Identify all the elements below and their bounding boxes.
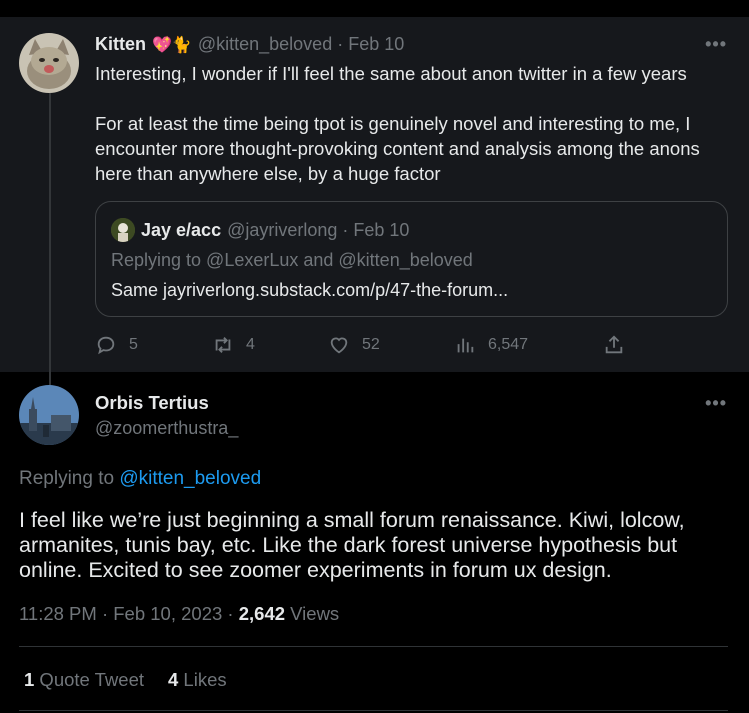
reply-count: 5 bbox=[129, 336, 138, 353]
likes-count: 4 bbox=[168, 669, 179, 690]
retweet-count: 4 bbox=[246, 336, 255, 353]
kitten-avatar[interactable] bbox=[19, 33, 79, 93]
quoted-tweet-text: Same jayriverlong.substack.com/p/47-the-… bbox=[111, 280, 509, 300]
likes-label: Likes bbox=[178, 669, 227, 690]
parent-tweet-header: Kitten 💖🐈 @kitten_beloved · Feb 10 bbox=[95, 34, 404, 55]
jay-display-name[interactable]: Jay e/acc bbox=[141, 220, 221, 241]
jay-handle[interactable]: @jayriverlong bbox=[227, 220, 337, 241]
views-count: 6,547 bbox=[488, 336, 529, 353]
orbis-handle[interactable]: @zoomerthustra_ bbox=[95, 418, 238, 439]
share-button[interactable] bbox=[603, 334, 637, 356]
likes-link[interactable]: 4 Likes bbox=[168, 669, 227, 691]
reply-button[interactable]: 5 bbox=[95, 334, 138, 356]
timestamp-link[interactable]: 11:28 PM · Feb 10, 2023 · bbox=[19, 603, 239, 624]
heart-cat-emoji: 💖🐈 bbox=[152, 36, 192, 54]
parent-tweet-text: Interesting, I wonder if I'll feel the s… bbox=[95, 61, 725, 186]
parent-paragraph-1: Interesting, I wonder if I'll feel the s… bbox=[95, 63, 687, 84]
orbis-avatar[interactable] bbox=[19, 385, 79, 445]
quote-tweets-count: 1 bbox=[24, 669, 35, 690]
like-button[interactable]: 52 bbox=[328, 334, 380, 356]
main-tweet-text: I feel like we’re just beginning a small… bbox=[19, 508, 685, 582]
share-icon bbox=[605, 335, 623, 354]
tweet-stats: 1 Quote Tweet 4 Likes bbox=[24, 669, 227, 691]
kitten-handle[interactable]: @kitten_beloved bbox=[198, 34, 332, 55]
quoted-replying-to: Replying to @LexerLux and @kitten_belove… bbox=[111, 250, 473, 270]
parent-action-bar: 5 4 52 6,547 bbox=[95, 334, 630, 358]
quote-tweets-link[interactable]: 1 Quote Tweet bbox=[24, 669, 144, 691]
jay-date[interactable]: · Feb 10 bbox=[342, 220, 409, 241]
divider bbox=[19, 646, 728, 647]
replying-prefix: Replying to bbox=[19, 468, 115, 489]
kitten-display-name[interactable]: Kitten bbox=[95, 34, 146, 55]
heart-icon bbox=[330, 337, 348, 354]
jay-avatar[interactable] bbox=[111, 218, 135, 242]
parent-paragraph-2: For at least the time being tpot is genu… bbox=[95, 113, 700, 184]
reply-icon bbox=[97, 336, 115, 355]
more-options-icon[interactable]: ••• bbox=[705, 393, 727, 414]
retweet-icon bbox=[215, 337, 231, 353]
main-replying-to: Replying to @kitten_beloved bbox=[19, 468, 261, 490]
retweet-button[interactable]: 4 bbox=[212, 334, 255, 356]
quoted-tweet-card[interactable]: Jay e/acc @jayriverlong · Feb 10 Replyin… bbox=[95, 201, 728, 317]
thread-connector-line bbox=[49, 93, 51, 388]
quoted-tweet-header: Jay e/acc @jayriverlong · Feb 10 bbox=[111, 218, 409, 242]
views-button[interactable]: 6,547 bbox=[454, 334, 528, 356]
kitten-date[interactable]: · Feb 10 bbox=[337, 34, 404, 55]
more-options-icon[interactable]: ••• bbox=[705, 34, 727, 55]
orbis-display-name[interactable]: Orbis Tertius bbox=[95, 392, 209, 414]
views-count-main: 2,642 bbox=[238, 603, 286, 624]
divider bbox=[19, 710, 728, 711]
like-count: 52 bbox=[362, 336, 380, 353]
replying-handle-link[interactable]: @kitten_beloved bbox=[119, 468, 261, 489]
quote-tweets-label: Quote Tweet bbox=[34, 669, 144, 690]
analytics-icon bbox=[457, 338, 474, 353]
tweet-metadata: 11:28 PM · Feb 10, 2023 · 2,642 Views bbox=[19, 603, 339, 625]
views-label: Views bbox=[285, 603, 340, 624]
